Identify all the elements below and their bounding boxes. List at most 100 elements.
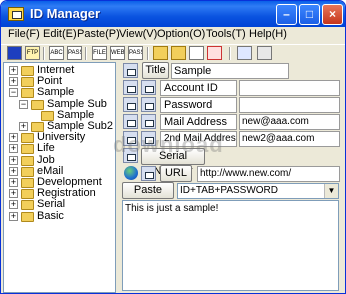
abc-icon[interactable]: ABC [49, 46, 64, 60]
expand-icon[interactable]: + [9, 144, 18, 154]
folder-icon [21, 66, 34, 76]
tree-item-label: eMail [37, 164, 64, 177]
save-icon[interactable] [7, 46, 22, 60]
tree-item[interactable]: + University [4, 131, 115, 144]
folder-icon [21, 88, 34, 99]
copy-icon[interactable] [123, 131, 138, 146]
file-icon[interactable]: FILE [92, 46, 107, 60]
mail-address-field[interactable]: new@aaa.com [239, 114, 340, 130]
url-field[interactable]: http://www.new.com/ [197, 166, 340, 182]
folder-icon [31, 99, 44, 110]
pass-icon[interactable]: PASS [67, 46, 82, 60]
mail-address-2-field[interactable]: new2@aaa.com [239, 131, 340, 147]
title-row: Title Sample [119, 62, 343, 80]
grid-icon[interactable] [257, 46, 272, 60]
ftp-icon[interactable]: FTP [25, 46, 40, 60]
expand-icon[interactable]: + [9, 189, 18, 199]
field-row-account-id: Account ID [119, 79, 343, 97]
window-title: ID Manager [30, 6, 101, 21]
menu-file[interactable]: File(F) [8, 28, 40, 40]
toolbar: FTP ABC PASS FILE WEB PASS [1, 44, 345, 62]
serial-row: Serial Number [119, 147, 343, 177]
expand-icon[interactable]: + [9, 178, 18, 187]
tree-item-label: Point [37, 75, 63, 88]
field-row-mail: Mail Address new@aaa.com [119, 113, 343, 131]
title-bar[interactable]: ID Manager – □ × [1, 1, 345, 27]
copy-icon[interactable] [123, 148, 138, 163]
copy-icon[interactable] [123, 114, 138, 129]
toolbar-separator [85, 47, 87, 60]
folder-icon [21, 77, 34, 88]
folder-icon [21, 133, 34, 144]
toolbar-separator [147, 47, 149, 60]
collapse-icon[interactable]: − [9, 88, 18, 98]
globe-icon[interactable] [124, 166, 138, 180]
folder-icon [21, 166, 34, 177]
menu-option[interactable]: Option(O) [157, 28, 205, 40]
serial-number-button[interactable]: Serial Number [141, 148, 205, 177]
folder-icon [21, 178, 34, 188]
menu-view[interactable]: View(V) [119, 28, 157, 40]
menu-edit[interactable]: Edit(E) [43, 28, 77, 40]
menu-help[interactable]: Help(H) [249, 28, 287, 40]
collapse-icon[interactable]: − [19, 99, 28, 109]
expand-icon[interactable]: + [9, 211, 18, 221]
paste-type-select[interactable]: ID+TAB+PASSWORD ▼ [177, 183, 339, 199]
main-window: ID Manager – □ × File(F) Edit(E) Paste(P… [0, 0, 346, 294]
toolbar-separator [229, 47, 231, 60]
field-label: Account ID [160, 80, 237, 96]
paste-icon[interactable] [141, 114, 156, 129]
paste-icon[interactable] [141, 80, 156, 95]
menu-tools[interactable]: Tools(T) [206, 28, 246, 40]
folder-add-icon[interactable] [171, 46, 186, 60]
field-label: 2nd Mail Address [160, 131, 237, 147]
expand-icon[interactable]: + [9, 77, 18, 87]
title-field[interactable]: Sample [171, 63, 289, 79]
paste-icon[interactable] [141, 131, 156, 146]
new-folder-icon[interactable] [153, 46, 168, 60]
app-icon [8, 7, 24, 21]
memo-area[interactable]: This is just a sample! [122, 200, 339, 291]
category-tree[interactable]: + Internet + Point − Sample − Sample Sub Sample +… [3, 62, 116, 293]
expand-icon[interactable]: + [9, 200, 18, 210]
paste-icon[interactable] [141, 97, 156, 112]
minimize-button[interactable]: – [276, 4, 297, 25]
paste-icon[interactable] [141, 166, 156, 181]
expand-icon[interactable]: + [9, 66, 18, 75]
tree-item-label: Serial [37, 198, 66, 211]
copy-icon[interactable] [123, 63, 138, 78]
tree-item-label: Sample [37, 86, 75, 99]
window-icon[interactable] [237, 46, 252, 60]
password-field[interactable] [239, 97, 340, 113]
paste-type-button[interactable]: Paste Type [122, 182, 174, 211]
url-row: URL http://www.new.com/ [119, 165, 343, 183]
copy-icon[interactable] [123, 80, 138, 95]
new-item-icon[interactable] [189, 46, 204, 60]
url-button[interactable]: URL [160, 165, 192, 182]
maximize-button[interactable]: □ [299, 4, 320, 25]
expand-icon[interactable]: + [9, 166, 18, 176]
folder-icon [21, 189, 34, 200]
close-button[interactable]: × [322, 4, 343, 25]
expand-icon[interactable]: + [19, 122, 28, 131]
pass2-icon[interactable]: PASS [128, 46, 143, 60]
tree-item-label: Job [37, 153, 55, 166]
folder-icon [21, 211, 34, 222]
title-button[interactable]: Title [142, 62, 169, 79]
tree-item-label: Basic [37, 209, 64, 222]
menu-bar: File(F) Edit(E) Paste(P) View(V) Option(… [1, 27, 345, 43]
chevron-down-icon[interactable]: ▼ [324, 184, 338, 198]
paste-type-row: Paste Type ID+TAB+PASSWORD ▼ [119, 182, 343, 211]
delete-icon[interactable] [207, 46, 222, 60]
menu-paste[interactable]: Paste(P) [77, 28, 120, 40]
tree-item[interactable]: + Life [4, 142, 115, 155]
tree-item-label: Sample [57, 108, 95, 121]
expand-icon[interactable]: + [9, 155, 18, 165]
copy-icon[interactable] [123, 97, 138, 112]
expand-icon[interactable]: + [9, 133, 18, 143]
account-id-field[interactable] [239, 80, 340, 96]
tree-item[interactable]: + Basic [4, 209, 115, 222]
web-icon[interactable]: WEB [110, 46, 125, 60]
field-row-password: Password [119, 96, 343, 114]
tree-item-label: Development [37, 176, 102, 188]
